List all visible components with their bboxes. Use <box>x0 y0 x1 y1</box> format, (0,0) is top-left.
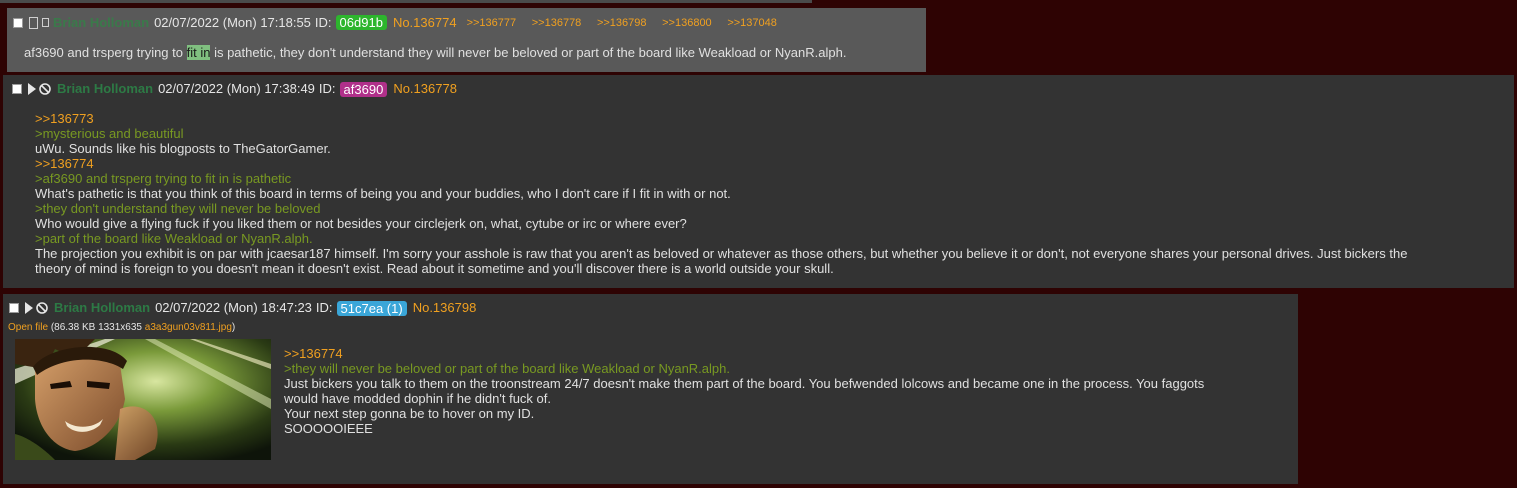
image-thumbnail[interactable] <box>15 339 271 460</box>
post-number-link[interactable]: No.136778 <box>393 81 457 97</box>
greentext-line: >part of the board like Weakload or Nyan… <box>35 231 313 246</box>
hide-post-button[interactable] <box>29 16 38 29</box>
quote-link[interactable]: >>136773 <box>35 111 1407 126</box>
id-label: ID: <box>314 14 332 30</box>
backlink[interactable]: >>136798 <box>597 17 647 29</box>
post-header: Brian Holloman 02/07/2022 (Mon) 18:47:23… <box>9 300 486 316</box>
post-header: Brian Holloman 02/07/2022 (Mon) 17:18:55… <box>13 14 789 31</box>
file-meta-close: ) <box>231 322 236 333</box>
poster-id-badge[interactable]: 06d91b <box>335 15 387 30</box>
backlinks: >>136777 >>136778 >>136798 >>136800 >>13… <box>467 14 789 31</box>
file-meta: (86.38 KB 1331x635 <box>50 322 142 333</box>
poster-name: Brian Holloman <box>57 81 154 96</box>
expand-arrow-icon[interactable] <box>25 302 33 314</box>
backlink[interactable]: >>137048 <box>727 17 777 29</box>
post-message: >>136774 >they will never be beloved or … <box>284 346 1204 436</box>
greentext-line: >they don't understand they will never b… <box>35 201 321 216</box>
id-label: ID: <box>318 81 336 96</box>
message-line: would have modded dophin if he didn't fu… <box>284 391 551 406</box>
post-select-checkbox[interactable] <box>9 303 19 313</box>
post-136778: Brian Holloman 02/07/2022 (Mon) 17:38:49… <box>3 75 1514 288</box>
greentext-line: >they will never be beloved or part of t… <box>284 361 730 376</box>
post-date: 02/07/2022 (Mon) 18:47:23 <box>155 300 312 315</box>
thumbnail-artwork <box>15 339 271 460</box>
filter-post-button[interactable] <box>42 18 49 27</box>
message-line: theory of mind is foreign to you doesn't… <box>35 261 834 276</box>
post-select-checkbox[interactable] <box>12 84 22 94</box>
post-number-link[interactable]: No.136774 <box>393 15 457 31</box>
post-number-link[interactable]: No.136798 <box>413 300 477 316</box>
greentext-line: >af3690 and trsperg trying to fit in is … <box>35 171 292 186</box>
post-message: >>136773 >mysterious and beautiful uWu. … <box>35 111 1407 276</box>
post-136798: Brian Holloman 02/07/2022 (Mon) 18:47:23… <box>3 294 1298 484</box>
post-message: af3690 and trsperg trying to fit in is p… <box>24 45 846 60</box>
poster-id-badge[interactable]: af3690 <box>339 81 388 97</box>
open-file-link[interactable]: Open file <box>8 322 48 333</box>
file-info: Open file (86.38 KB 1331x635 a3a3gun03v8… <box>8 322 235 333</box>
message-text: af3690 and trsperg trying to <box>24 45 187 60</box>
post-select-checkbox[interactable] <box>13 17 23 28</box>
message-line: Just bickers you talk to them on the tro… <box>284 376 1205 391</box>
post-date: 02/07/2022 (Mon) 17:38:49 <box>158 81 315 96</box>
top-divider <box>0 0 812 3</box>
poster-name: Brian Holloman <box>53 14 150 30</box>
message-line: uWu. Sounds like his blogposts to TheGat… <box>35 141 331 156</box>
poster-name: Brian Holloman <box>54 300 151 315</box>
post-header: Brian Holloman 02/07/2022 (Mon) 17:38:49… <box>12 81 467 97</box>
poster-id-badge[interactable]: 51c7ea (1) <box>336 300 407 316</box>
post-date: 02/07/2022 (Mon) 17:18:55 <box>154 14 311 30</box>
expand-arrow-icon[interactable] <box>28 83 36 95</box>
ban-icon[interactable] <box>39 83 51 95</box>
message-line: The projection you exhibit is on par wit… <box>35 246 1408 261</box>
message-text: is pathetic, they don't understand they … <box>210 45 847 60</box>
highlighted-text: fit in <box>186 45 211 60</box>
id-label: ID: <box>315 300 333 315</box>
backlink[interactable]: >>136778 <box>532 17 582 29</box>
file-name-link[interactable]: a3a3gun03v811.jpg <box>145 322 232 333</box>
message-line: SOOOOOIEEE <box>284 421 373 436</box>
message-line: Who would give a flying fuck if you like… <box>35 216 687 231</box>
backlink[interactable]: >>136777 <box>467 17 517 29</box>
quote-link[interactable]: >>136774 <box>35 156 1407 171</box>
message-line: What's pathetic is that you think of thi… <box>35 186 731 201</box>
quote-link[interactable]: >>136774 <box>284 346 1204 361</box>
post-136774: Brian Holloman 02/07/2022 (Mon) 17:18:55… <box>7 8 926 72</box>
message-line: Your next step gonna be to hover on my I… <box>284 406 535 421</box>
greentext-line: >mysterious and beautiful <box>35 126 184 141</box>
backlink[interactable]: >>136800 <box>662 17 712 29</box>
ban-icon[interactable] <box>36 302 48 314</box>
